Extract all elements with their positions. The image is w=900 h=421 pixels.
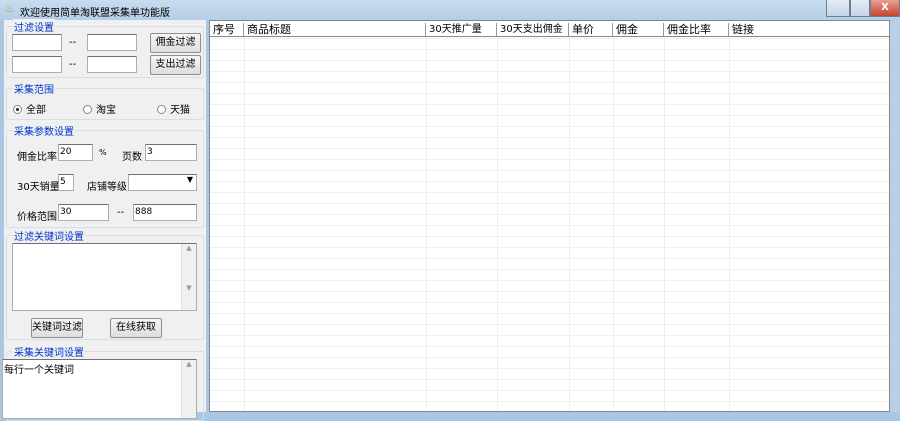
price-max-input[interactable]: 888 [133,204,197,221]
filter-legend: 过滤设置 [13,19,55,34]
collect-keyword-group: 采集关键词设置 每行一个关键词 ▲ [2,344,204,421]
window-title: 欢迎使用简单淘联盟采集单功能版 [20,8,170,19]
separator: -- [69,37,77,48]
col-index[interactable]: 序号 [210,23,244,36]
expense-filter-button[interactable]: 支出过滤 [150,55,201,75]
window-frame [890,20,900,412]
expense-min-input[interactable] [12,56,62,73]
chevron-down-icon: ▼ [186,175,193,184]
filter-keyword-textarea[interactable]: ▲ ▼ [12,243,197,311]
scope-group: 采集范围 全部 淘宝 天猫 [6,81,204,120]
col-expense[interactable]: 30天支出佣金 [497,23,569,36]
commission-max-input[interactable] [87,34,137,51]
commission-filter-button[interactable]: 佣金过滤 [150,33,201,53]
collect-keyword-legend: 采集关键词设置 [13,344,85,359]
keyword-filter-button[interactable]: 关键词过滤 [31,318,83,338]
price-label: 价格范围 [17,212,57,223]
scope-legend: 采集范围 [13,81,55,96]
scrollbar[interactable]: ▲ ▼ [181,244,196,310]
table-header: 序号 商品标题 30天推广量 30天支出佣金 单价 佣金 佣金比率 链接 [210,23,889,37]
params-legend: 采集参数设置 [13,123,75,138]
shop-level-label: 店铺等级 [87,182,127,193]
col-link[interactable]: 链接 [729,23,887,36]
maximize-button[interactable] [850,0,870,17]
col-rate[interactable]: 佣金比率 [664,23,729,36]
col-price[interactable]: 单价 [569,23,613,36]
radio-tmall[interactable]: 天猫 [157,101,190,116]
radio-taobao[interactable]: 淘宝 [83,101,116,116]
app-icon: ♨ [5,4,14,15]
shop-level-select[interactable]: ▼ [128,174,197,191]
col-title[interactable]: 商品标题 [244,23,426,36]
online-fetch-button[interactable]: 在线获取 [110,318,162,338]
filter-keyword-legend: 过滤关键词设置 [13,228,85,243]
filter-keyword-group: 过滤关键词设置 ▲ ▼ 关键词过滤 在线获取 [6,228,204,340]
scrollbar[interactable]: ▲ [181,360,196,418]
percent-label: % [99,148,107,157]
filter-group: 过滤设置 -- 佣金过滤 -- 支出过滤 [6,19,204,78]
separator: -- [69,59,77,70]
pages-input[interactable]: 3 [145,144,197,161]
minimize-button[interactable] [826,0,850,17]
sales-input[interactable]: 5 [58,174,74,191]
separator: -- [117,207,125,218]
sales-label: 30天销量 [17,182,60,193]
rate-input[interactable]: 20 [58,144,93,161]
results-table[interactable]: 序号 商品标题 30天推广量 30天支出佣金 单价 佣金 佣金比率 链接 [209,20,890,412]
params-group: 采集参数设置 佣金比率 20 % 页数 3 30天销量 5 店铺等级 ▼ 价格范… [6,123,204,228]
close-button[interactable]: X [870,0,900,17]
price-min-input[interactable]: 30 [58,204,109,221]
pages-label: 页数 [122,152,142,163]
settings-panel: 过滤设置 -- 佣金过滤 -- 支出过滤 采集范围 全部 淘宝 天猫 采集参数设… [2,19,206,421]
col-promotion[interactable]: 30天推广量 [426,23,497,36]
expense-max-input[interactable] [87,56,137,73]
radio-all[interactable]: 全部 [13,101,46,116]
collect-keyword-textarea[interactable]: 每行一个关键词 ▲ [2,359,197,419]
rate-label: 佣金比率 [17,152,57,163]
col-commission[interactable]: 佣金 [613,23,664,36]
commission-min-input[interactable] [12,34,62,51]
title-bar: ♨ 欢迎使用简单淘联盟采集单功能版 X [0,0,900,20]
